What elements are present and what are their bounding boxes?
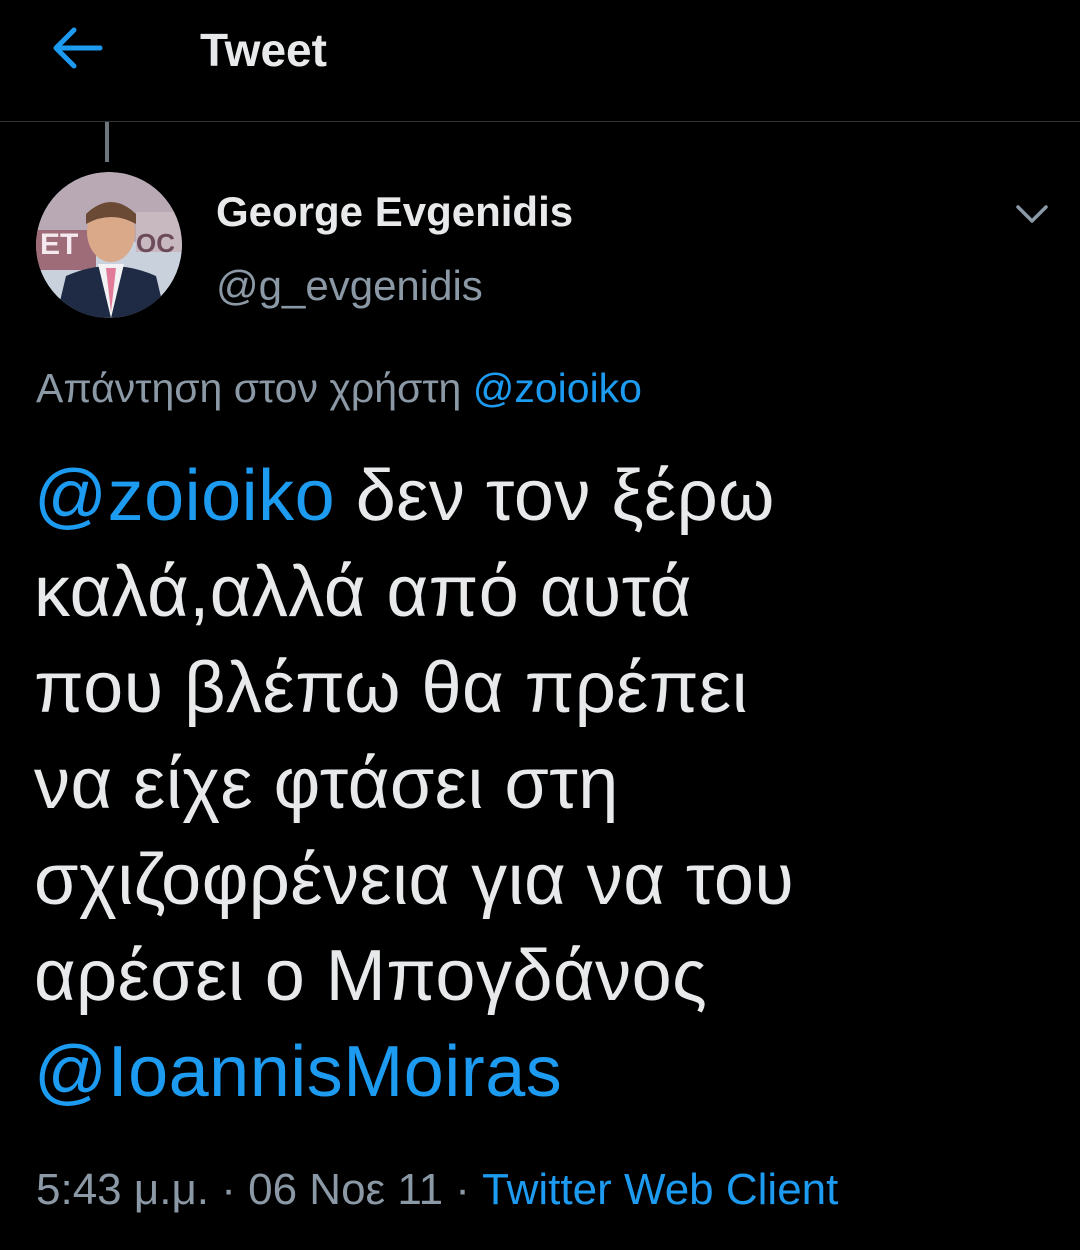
back-button[interactable] <box>44 18 112 78</box>
tweet-line: @IoannisMoiras <box>34 1024 1054 1120</box>
tweet-line: να είχε φτάσει στη <box>34 744 619 824</box>
author-display-name[interactable]: George Evgenidis <box>216 186 573 238</box>
tweet-line: σχιζοφρένεια για να του <box>34 840 795 920</box>
tweet-line: που βλέπω θα πρέπει <box>34 648 749 728</box>
profile-photo-avatar: ET OC <box>36 172 182 318</box>
page-title: Tweet <box>200 24 327 76</box>
avatar[interactable]: ET OC <box>36 172 182 318</box>
tweet-time[interactable]: 5:43 μ.μ. <box>36 1165 209 1214</box>
meta-separator: · <box>443 1165 483 1214</box>
top-app-bar: Tweet <box>0 0 1080 122</box>
author-handle[interactable]: @g_evgenidis <box>216 260 483 312</box>
more-options-button[interactable] <box>1010 192 1054 236</box>
tweet-body: @zoioiko δεν τον ξέρω καλά,αλλά από αυτά… <box>34 448 1054 1120</box>
reply-context-label: Απάντηση στον χρήστη <box>36 365 462 411</box>
svg-text:OC: OC <box>136 228 175 258</box>
thread-connector-line <box>105 122 109 162</box>
tweet-line: αρέσει ο Μπογδάνος <box>34 936 708 1016</box>
arrow-left-icon <box>53 27 103 69</box>
tweet-mention-link[interactable]: @IoannisMoiras <box>34 1032 562 1112</box>
svg-text:ET: ET <box>40 228 78 261</box>
tweet-text-segment: δεν τον ξέρω <box>335 456 775 536</box>
chevron-down-icon <box>1016 205 1048 223</box>
reply-mention-link[interactable]: @zoioiko <box>473 365 642 411</box>
tweet-metadata: 5:43 μ.μ. · 06 Νοε 11 · Twitter Web Clie… <box>36 1162 838 1218</box>
tweet-mention-link[interactable]: @zoioiko <box>34 456 335 536</box>
tweet-source-link[interactable]: Twitter Web Client <box>482 1165 838 1214</box>
meta-separator: · <box>209 1165 249 1214</box>
tweet-line: @zoioiko δεν τον ξέρω <box>34 448 1054 544</box>
tweet-date[interactable]: 06 Νοε 11 <box>248 1165 443 1214</box>
tweet-line: καλά,αλλά από αυτά <box>34 552 692 632</box>
reply-context: Απάντηση στον χρήστη @zoioiko <box>36 360 642 416</box>
